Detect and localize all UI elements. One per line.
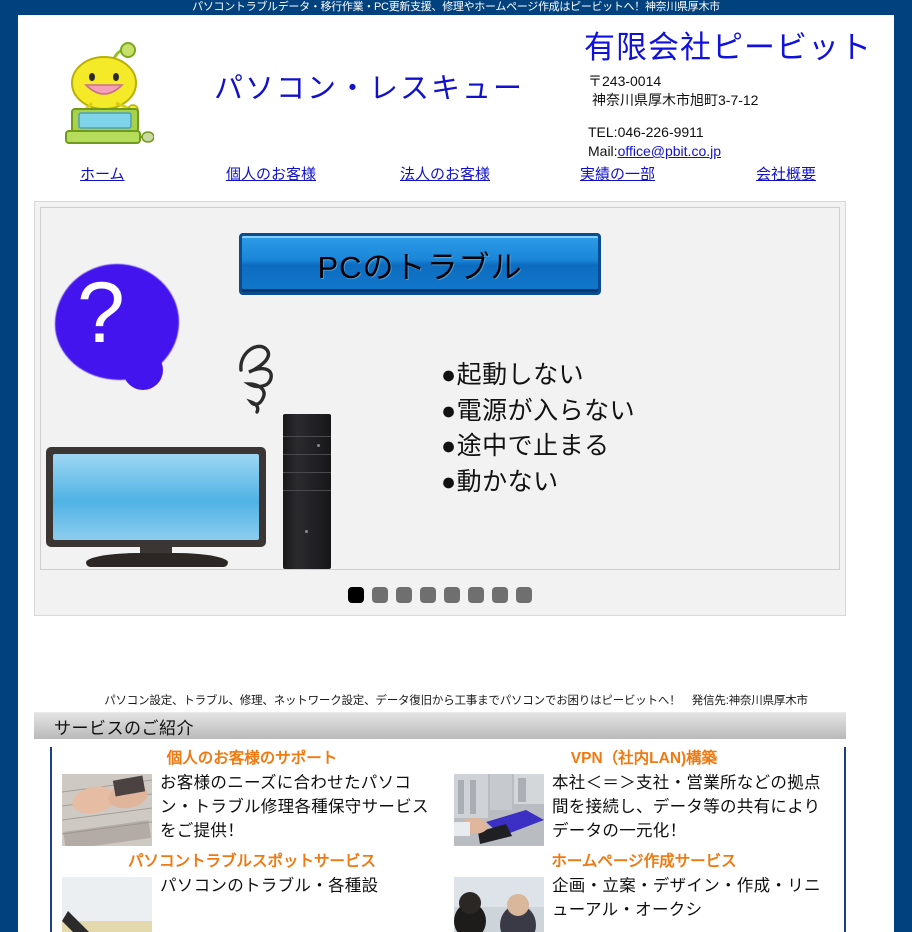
postal-code: 〒243-0014 <box>588 73 662 89</box>
telephone-number: TEL:046-226-9911 <box>588 123 704 140</box>
slider-dot-1[interactable] <box>348 587 364 603</box>
slider-dot-nav[interactable] <box>35 587 845 603</box>
services-grid: 個人のお客様のサポート お客様のニーズに合わせたパソコン・トラブル修理各種保守サ… <box>50 747 846 932</box>
question-mark-glyph: ? <box>77 265 125 361</box>
seo-top-strip: パソコントラブルデータ・移行作業・PC更新支援、修理やホームページ作成はピービッ… <box>192 1 720 13</box>
service-card-title: ホームページ作成サービス <box>551 853 737 871</box>
nav-item-personal[interactable]: 個人のお客様 <box>226 163 316 184</box>
service-card-personal-support[interactable]: 個人のお客様のサポート お客様のニーズに合わせたパソコン・トラブル修理各種保守サ… <box>56 747 448 850</box>
laptop-business-photo <box>454 774 544 847</box>
service-card-vpn[interactable]: VPN（社内LAN)構築 本社＜＝＞支社・営業所などの拠点間を接続し、データ等の… <box>448 747 840 850</box>
slider-dot-5[interactable] <box>444 587 460 603</box>
nav-item-achievements[interactable]: 実績の一部 <box>580 163 655 184</box>
slider-dot-6[interactable] <box>468 587 484 603</box>
company-name: 有限会社ピービット <box>584 30 872 65</box>
slide-pc-trouble[interactable]: PCのトラブル ? ●起動しない ●電源が入らない ●途中で止まる ●動かない <box>40 207 840 570</box>
slide-banner-button: PCのトラブル <box>239 233 601 295</box>
monitor-illustration <box>46 447 274 569</box>
site-header: パソコン・レスキュー 有限会社ピービット 〒243-0014 神奈川県厚木市旭町… <box>18 15 894 159</box>
slide-banner-label: PCのトラブル <box>317 249 523 285</box>
site-title: パソコン・レスキュー <box>214 73 525 105</box>
bullet-item: ●動かない <box>441 467 559 496</box>
mascot-computer-logo-icon[interactable] <box>56 33 155 145</box>
section-header-services: サービスのご紹介 <box>34 712 846 739</box>
slider-dot-7[interactable] <box>492 587 508 603</box>
service-card-text: お客様のニーズに合わせたパソコン・トラブル修理各種保守サービスをご提供！ <box>160 774 429 840</box>
service-card-text: 企画・立案・デザイン・作成・リニューアル・オークシ <box>552 877 821 920</box>
nav-item-corporate[interactable]: 法人のお客様 <box>400 163 490 184</box>
main-navigation[interactable]: ホーム 個人のお客様 法人のお客様 実績の一部 会社概要 <box>18 157 894 189</box>
company-address: 神奈川県厚木市旭町3-7-12 <box>592 92 759 109</box>
service-card-title: 個人のお客様のサポート <box>166 750 338 767</box>
pc-tower-illustration <box>283 414 331 569</box>
contact-block: 〒243-0014 神奈川県厚木市旭町3-7-12 TEL:046-226-99… <box>588 72 758 161</box>
section-title: サービスのご紹介 <box>54 718 194 738</box>
service-card-trouble-spot[interactable]: パソコントラブルスポットサービス パソコンのトラブル・各種設 <box>56 850 448 932</box>
service-card-text: パソコンのトラブル・各種設 <box>160 877 379 896</box>
service-card-title: パソコントラブルスポットサービス <box>127 853 376 871</box>
slider-dot-2[interactable] <box>372 587 388 603</box>
page-container: パソコン・レスキュー 有限会社ピービット 〒243-0014 神奈川県厚木市旭町… <box>18 15 894 932</box>
nav-item-home[interactable]: ホーム <box>80 163 125 184</box>
service-card-title: VPN（社内LAN)構築 <box>570 750 718 767</box>
pen-writing-photo <box>62 877 152 932</box>
service-card-text: 本社＜＝＞支社・営業所などの拠点間を接続し、データ等の共有によりデータの一元化！ <box>552 774 821 840</box>
slider-dot-8[interactable] <box>516 587 532 603</box>
slider-dot-4[interactable] <box>420 587 436 603</box>
meeting-people-photo <box>454 877 544 932</box>
seo-tagline: パソコン設定、トラブル、修理、ネットワーク設定、データ復旧から工事までパソコンで… <box>104 695 808 707</box>
bullet-item: ●起動しない <box>441 361 585 389</box>
service-card-website[interactable]: ホームページ作成サービス 企画・立案・デザイン・作成・リニューアル・オークシ <box>448 850 840 932</box>
bullet-item: ●電源が入らない <box>441 396 636 425</box>
trouble-bullet-list: ●起動しない ●電源が入らない ●途中で止まる ●動かない <box>441 358 635 500</box>
bullet-item: ●途中で止まる <box>441 432 610 460</box>
slider-dot-3[interactable] <box>396 587 412 603</box>
hands-on-keyboard-photo <box>62 774 152 847</box>
scribble-icon <box>233 336 285 414</box>
hero-slider[interactable]: PCのトラブル ? ●起動しない ●電源が入らない ●途中で止まる ●動かない <box>34 201 846 616</box>
nav-item-company[interactable]: 会社概要 <box>756 163 816 184</box>
question-mark-icon: ? <box>55 264 185 392</box>
